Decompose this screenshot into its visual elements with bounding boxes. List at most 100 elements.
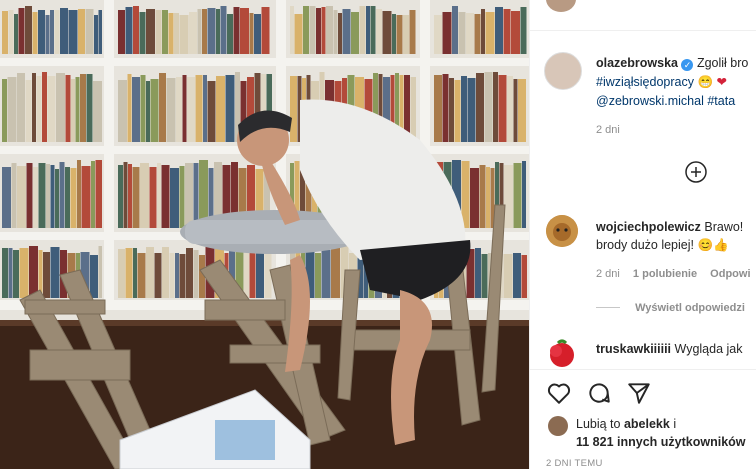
book-spine (467, 78, 476, 142)
likes-count[interactable]: 11 821 innych użytkowników (576, 435, 746, 449)
book-spine (476, 73, 484, 142)
book-spine (118, 80, 127, 142)
book-spine (86, 74, 93, 142)
book-spine (140, 75, 146, 142)
caption-emoji: 😁 ❤ (697, 75, 727, 89)
book-spine (507, 76, 513, 142)
photo-illustration (0, 0, 529, 469)
share-icon[interactable] (626, 380, 652, 406)
comment-1-time: 2 dni (596, 268, 620, 280)
book-spine (13, 250, 19, 298)
book-spine (166, 78, 176, 142)
comment-2-text: Wygląda jak (674, 342, 743, 356)
liker-username[interactable]: abelekk (624, 417, 670, 431)
book-spine (321, 250, 331, 298)
book-spine (2, 167, 11, 228)
header-avatar[interactable] (546, 0, 576, 12)
book-spine (128, 164, 132, 228)
book-spine (17, 166, 26, 228)
book-spine (392, 14, 396, 54)
book-spine (168, 13, 174, 54)
book-spine (32, 12, 38, 54)
book-spine (94, 15, 98, 54)
comment-icon[interactable] (586, 380, 612, 406)
author-avatar[interactable] (544, 52, 582, 90)
book-spine (290, 6, 294, 54)
book-spine (8, 10, 14, 54)
book-spine (370, 6, 376, 54)
book-spine (68, 10, 78, 54)
book-spine (157, 163, 161, 228)
book-spine (46, 164, 50, 228)
book-spine (396, 15, 403, 54)
replies-line (596, 307, 620, 308)
book-spine (132, 77, 140, 142)
book-spine (249, 13, 254, 54)
book-spine (170, 168, 179, 228)
add-comment-icon[interactable] (685, 161, 707, 183)
book-spine (187, 77, 195, 142)
mention-link[interactable]: @zebrowski.michal (596, 94, 704, 108)
book-spine (17, 73, 25, 142)
book-spine (25, 80, 32, 142)
header-divider (530, 30, 756, 31)
book-spine (65, 75, 71, 142)
book-spine (59, 162, 65, 228)
book-spine (520, 7, 527, 54)
author-username[interactable]: olazebrowska (596, 56, 678, 70)
likes-prefix: Lubią to (576, 417, 621, 431)
book-spine (309, 6, 316, 54)
book-spine (481, 9, 485, 54)
comment-2-username[interactable]: truskawkiiiiii (596, 342, 671, 356)
book-spine (71, 79, 75, 142)
book-spine (169, 253, 175, 298)
book-spine (95, 160, 102, 228)
book-spine (56, 73, 65, 142)
book-spine (331, 247, 340, 298)
book-spine (254, 14, 261, 54)
book-spine (504, 165, 513, 228)
likes-suffix: i (673, 417, 677, 431)
book-spine (410, 77, 416, 142)
book-spine (137, 253, 146, 298)
book-spine (342, 9, 351, 54)
book-spine (175, 253, 179, 298)
heart-icon[interactable] (546, 380, 572, 406)
comment-1-username[interactable]: wojciechpolewicz (596, 220, 701, 234)
book-spine (65, 167, 70, 228)
comment-avatar-1[interactable] (546, 215, 578, 247)
book-spine (132, 167, 140, 228)
book-spine (452, 6, 458, 54)
post-side-panel: olazebrowska ✓ Zgolił bro #iwziąłsiędopr… (529, 0, 756, 469)
caption-line-1: olazebrowska ✓ Zgolił bro (596, 56, 748, 71)
comment-1-likes[interactable]: 1 polubienie (633, 268, 697, 280)
book-spine (8, 248, 13, 298)
book-spine (227, 14, 233, 54)
book-spine (55, 169, 59, 228)
book-spine (38, 10, 45, 54)
book-spine (98, 246, 102, 298)
hashtag-link-2[interactable]: #tata (707, 94, 735, 108)
view-replies-row[interactable]: Wyświetl odpowiedzi (596, 302, 745, 314)
liker-avatar[interactable] (548, 416, 568, 436)
view-replies-link[interactable]: Wyświetl odpowiedzi (635, 302, 745, 314)
book-spine (70, 168, 77, 228)
post-photo[interactable] (0, 0, 529, 469)
book-spine (50, 165, 55, 228)
book-spine (303, 6, 309, 54)
hashtag-link[interactable]: #iwziąłsiędopracy (596, 75, 694, 89)
book-spine (155, 10, 162, 54)
comment-avatar-2[interactable] (546, 337, 578, 369)
book-spine (458, 12, 466, 54)
book-spine (518, 79, 526, 142)
book-spine (216, 76, 225, 142)
book-spine (174, 13, 179, 54)
book-spine (442, 12, 452, 54)
book-spine (333, 10, 338, 54)
book-spine (85, 9, 94, 54)
book-spine (409, 10, 416, 54)
comment-1-reply[interactable]: Odpowi (710, 268, 750, 280)
book-spine (25, 6, 32, 54)
book-spine (81, 166, 91, 228)
book-spine (256, 250, 264, 298)
